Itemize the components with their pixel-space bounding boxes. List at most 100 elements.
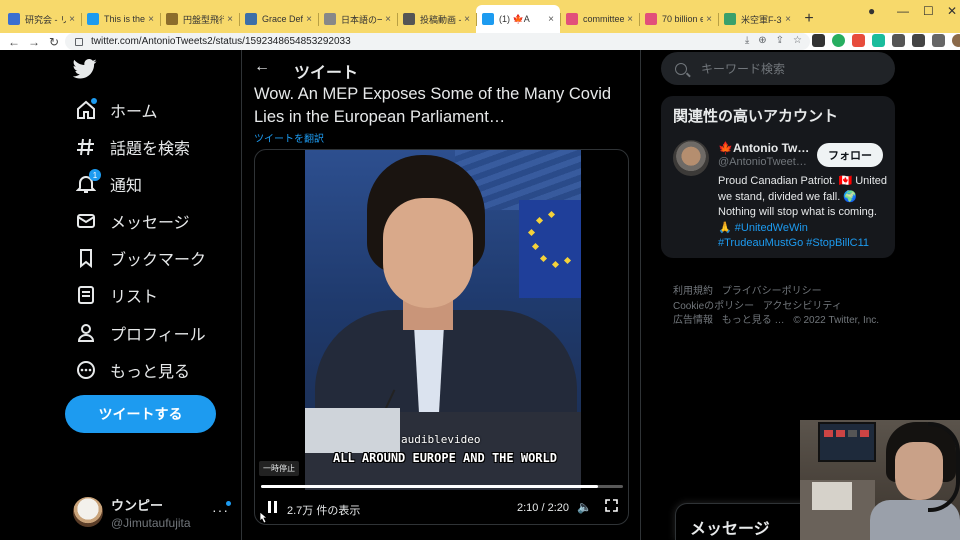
progress-fill [261,485,598,488]
browser-tab[interactable]: 米空軍F-35A× [718,5,797,33]
lock-icon [75,37,83,46]
account-bio: Proud Canadian Patriot. 🇨🇦 United we sta… [718,174,890,252]
volume-icon[interactable]: 🔈 [577,500,592,514]
nav-label: プロフィール [110,327,206,344]
address-bar[interactable]: twitter.com/AntonioTweets2/status/159234… [65,33,810,50]
browser-tab[interactable]: 円盤型飛行 × [160,5,239,33]
tab-label: 日本語の一人 [341,14,383,25]
footer-link[interactable]: プライバシーポリシー [722,286,822,297]
video-player[interactable]: audiblevideo ALL AROUND EUROPE AND THE W… [254,149,629,525]
tab-close-icon[interactable]: × [627,14,633,25]
tweet-detail-column: ← ツイート Wow. An MEP Exposes Some of the M… [241,50,641,540]
browser-tab[interactable]: 投稿動画 - ニ× [397,5,476,33]
video-controls: 2.7万 件の表示 2:10 / 2:20 🔈 [255,496,628,520]
avatar-icon[interactable] [952,34,960,47]
avatar[interactable] [673,140,709,176]
reload-button[interactable]: ↻ [44,35,64,49]
follow-button[interactable]: フォロー [817,143,883,167]
bio-hashtags[interactable]: #UnitedWeWin #TrudeauMustGo #StopBillC11 [718,222,869,250]
tab-close-icon[interactable]: × [148,14,154,25]
nav-item-bookmarks[interactable]: ブックマーク [75,240,206,276]
footer-link[interactable]: もっと見る … [722,315,785,326]
nav-item-explore[interactable]: 話題を検索 [75,129,190,165]
browser-tab[interactable]: 70 billion eu× [639,5,718,33]
browser-tab-strip: 研究会 - リモ×This is the U×円盤型飛行×Grace Defin… [0,0,960,33]
search-box[interactable] [661,52,895,85]
video-frame[interactable]: audiblevideo ALL AROUND EUROPE AND THE W… [305,150,581,490]
browser-tab[interactable]: This is the U× [81,5,160,33]
back-button[interactable]: ← [4,35,24,49]
tab-favicon-icon [8,13,20,25]
reading-list-icon[interactable] [932,34,945,47]
account-handle: @AntonioTweet… [718,156,807,168]
search-input[interactable] [701,61,871,76]
tab-close-icon[interactable]: × [69,14,75,25]
url-text[interactable]: twitter.com/AntonioTweets2/status/159234… [91,36,351,47]
extension-icon[interactable] [812,34,825,47]
nav-item-lists[interactable]: リスト [75,277,158,313]
maximize-button[interactable]: ☐ [923,4,934,18]
puzzle-icon[interactable] [912,34,925,47]
forward-button[interactable]: → [24,35,44,49]
bookmark-star-icon[interactable]: ☆ [793,35,802,46]
browser-tab[interactable]: Grace Defini× [239,5,318,33]
download-icon[interactable]: ⤓ [745,35,749,46]
tweet-button[interactable]: ツイートする [65,395,216,433]
profile-menu-icon[interactable]: ● [868,4,875,18]
browser-tab[interactable]: 日本語の一人× [318,5,397,33]
nav-label: もっと見る [110,364,191,381]
tab-close-icon[interactable]: × [227,14,233,25]
browser-tab[interactable]: committee × [560,5,639,33]
profile-handle: @Jimutaufujita [111,515,191,530]
tab-close-icon[interactable]: × [785,14,791,25]
tab-label: 70 billion eu [662,14,704,24]
share-icon[interactable]: ⇪ [776,35,784,46]
new-tab-button[interactable]: + [797,5,821,33]
fullscreen-icon[interactable] [605,499,618,512]
footer-link[interactable]: 利用規約 [673,286,713,297]
extensions-bar: ⋮ [812,34,960,47]
zoom-icon[interactable]: ⊕ [758,35,766,46]
tab-label: 投稿動画 - ニ [420,14,461,25]
footer-link[interactable]: アクセシビリティ [763,301,842,312]
tab-close-icon[interactable]: × [464,14,470,25]
person-icon [75,322,97,344]
browser-tab-active[interactable]: (1) 🍁A × [476,5,560,33]
nav-item-profile[interactable]: プロフィール [75,315,206,351]
minimize-button[interactable]: — [897,4,909,18]
nav-item-notifications[interactable]: 1 通知 [75,166,142,202]
tab-label: Grace Defini [262,14,304,24]
more-circle-icon [75,359,97,381]
tab-close-icon[interactable]: × [385,14,391,25]
twitter-logo-icon[interactable] [73,59,97,79]
extension-icon[interactable] [832,34,845,47]
back-arrow-icon[interactable]: ← [254,58,270,76]
close-window-button[interactable]: ✕ [947,4,957,18]
account-switcher[interactable]: ウンピー @Jimutaufujita ··· [73,492,233,532]
extension-icon[interactable] [852,34,865,47]
tab-label: 研究会 - リモ [25,14,67,25]
extension-icon[interactable] [872,34,885,47]
unread-dot [91,98,97,104]
nav-item-more[interactable]: もっと見る [75,352,190,388]
nav-label: ブックマーク [110,252,207,269]
related-accounts-card: 関連性の高いアカウント 🍁Antonio Tw… @AntonioTweet… … [661,96,895,258]
nav-item-home[interactable]: ホーム [75,92,158,128]
video-caption: ALL AROUND EUROPE AND THE WORLD [333,451,557,465]
bookmark-icon [75,247,97,269]
browser-tab[interactable]: 研究会 - リモ× [2,5,81,33]
video-progress-bar[interactable] [261,485,623,488]
mail-icon [75,210,97,232]
footer-link[interactable]: 広告情報 [673,315,713,326]
more-dots-icon[interactable]: ··· [212,502,229,518]
nav-item-messages[interactable]: メッセージ [75,203,190,239]
tab-close-icon[interactable]: × [306,14,312,25]
tab-close-icon[interactable]: × [706,14,712,25]
extension-icon[interactable] [892,34,905,47]
account-name[interactable]: 🍁Antonio Tw… [718,141,809,155]
avatar [73,497,103,527]
tab-close-icon[interactable]: × [548,14,554,25]
tab-label: committee [583,14,625,24]
footer-link[interactable]: Cookieのポリシー [673,301,754,312]
translate-link[interactable]: ツイートを翻訳 [254,130,324,145]
